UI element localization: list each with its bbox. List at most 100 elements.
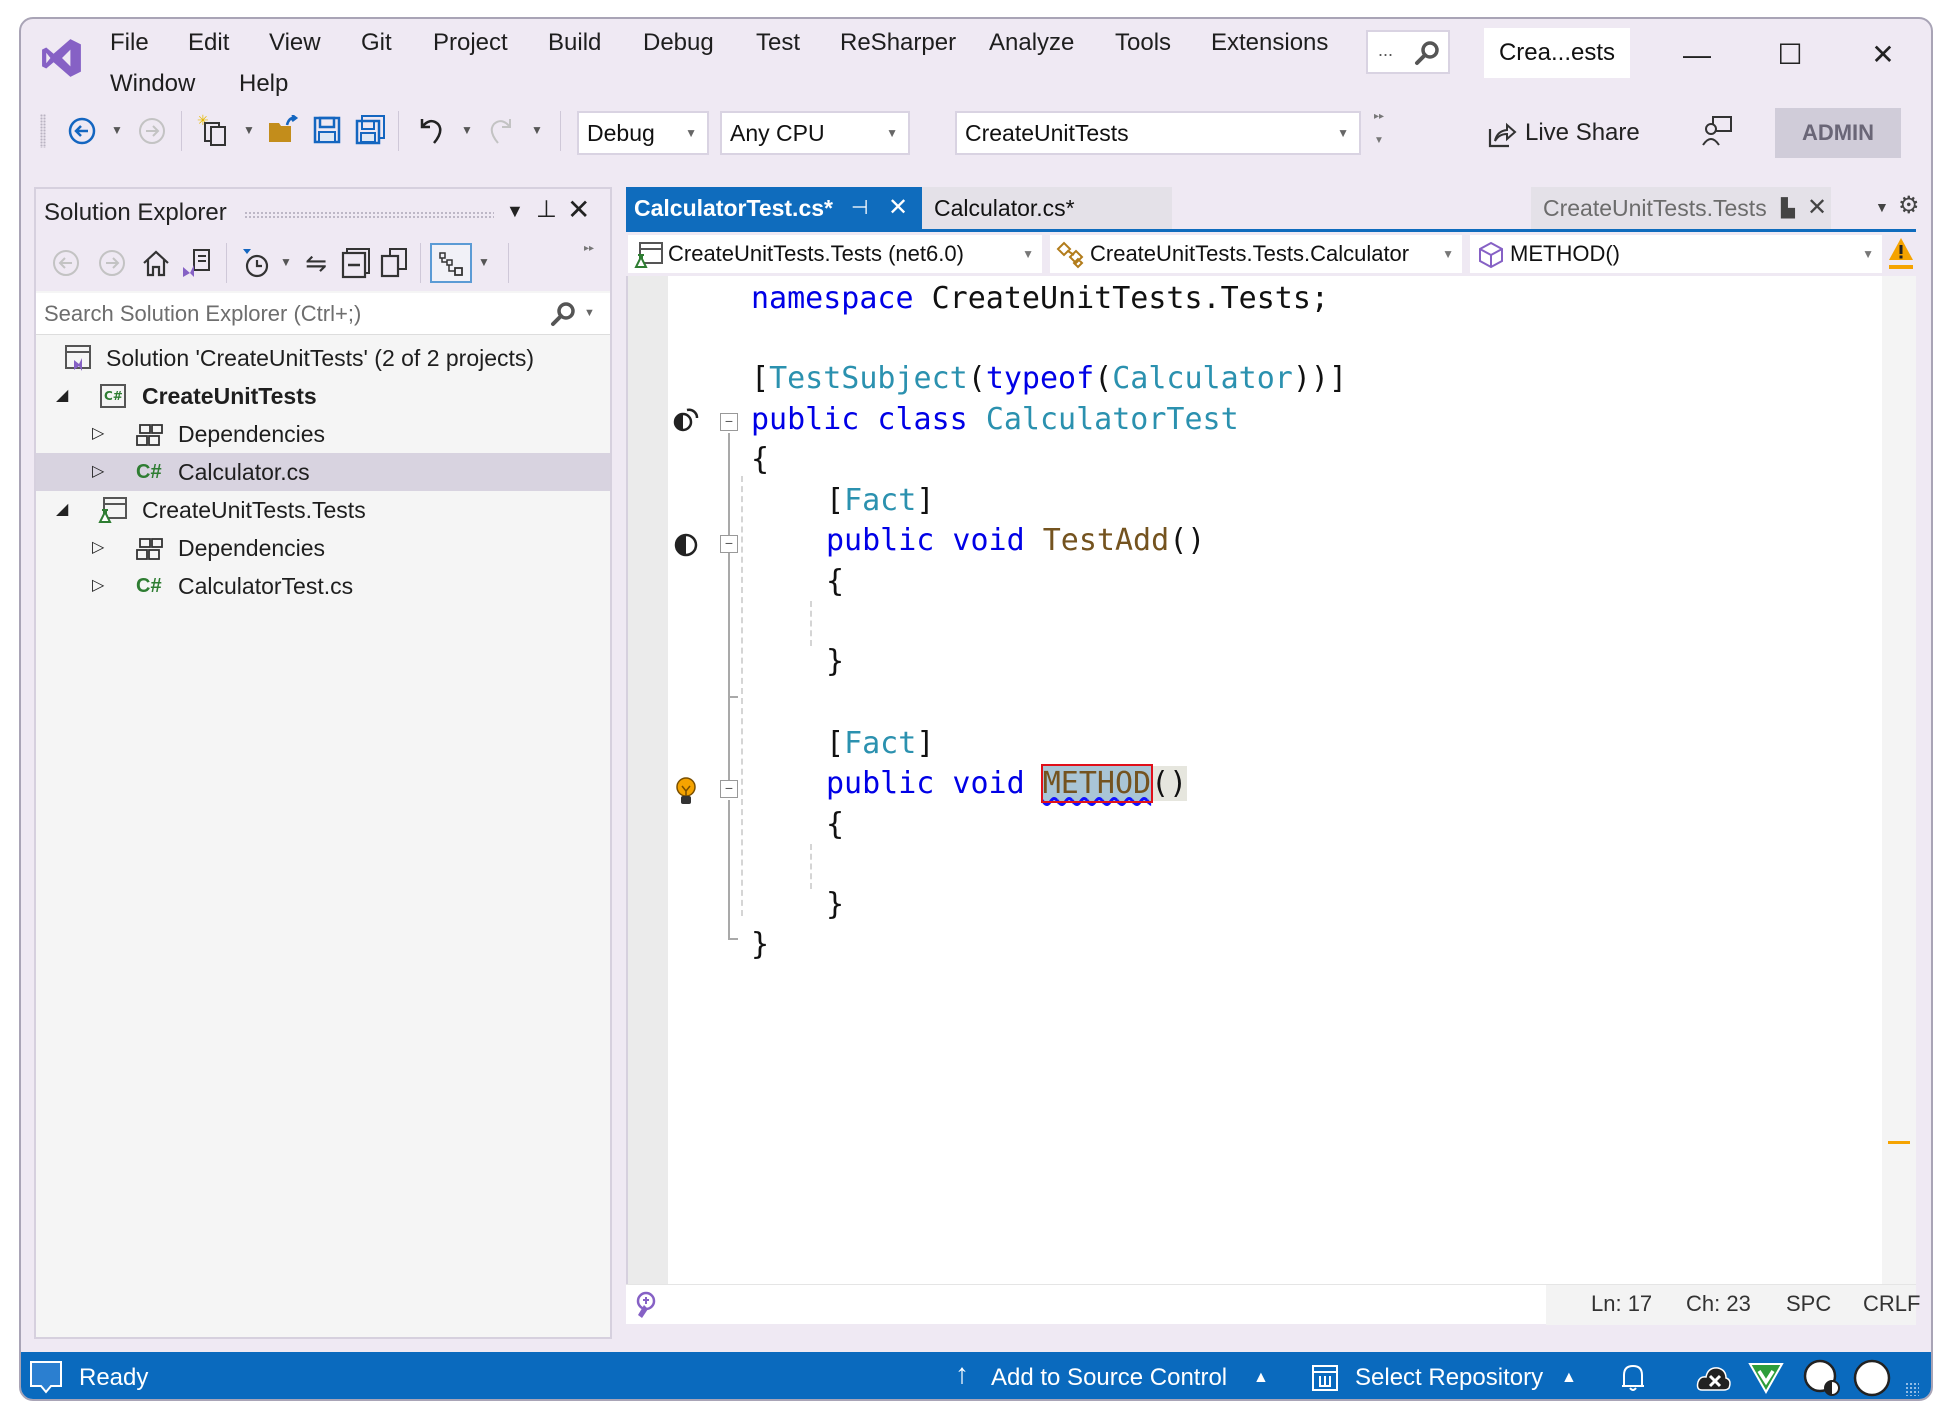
solution-explorer-search[interactable]: Search Solution Explorer (Ctrl+;) ▼ [36,293,610,335]
collapsed-triangle-icon[interactable]: ▷ [92,567,104,605]
promote-tab-icon[interactable]: ▙ [1781,187,1795,229]
type-nav-dropdown[interactable]: CreateUnitTests.Tests.Calculator ▼ [1050,235,1462,273]
redo-dropdown-icon[interactable]: ▼ [531,123,543,137]
menu-git[interactable]: Git [361,29,392,57]
admin-badge[interactable]: ADMIN [1775,108,1901,158]
search-options-dropdown-icon[interactable]: ▼ [584,307,595,319]
tree-item-test-project[interactable]: ◢ CreateUnitTests.Tests [36,491,610,529]
resize-grip[interactable] [1905,1382,1919,1396]
menu-project[interactable]: Project [433,29,508,57]
show-all-files-icon[interactable] [378,247,410,279]
settings-gear-icon[interactable]: ⚙ [1898,191,1920,220]
preview-tab[interactable]: CreateUnitTests.Tests ▙ ✕ [1531,187,1831,229]
redo-icon[interactable] [486,115,516,147]
navigate-back-icon[interactable] [67,116,97,146]
startup-project-dropdown[interactable]: CreateUnitTests ▼ [955,111,1361,155]
platform-dropdown[interactable]: Any CPU ▼ [720,111,910,155]
method-name-placeholder[interactable]: METHOD [1040,764,1154,803]
new-project-dropdown-icon[interactable]: ▼ [243,123,255,137]
feedback-icon[interactable] [1701,115,1733,147]
pin-tab-icon[interactable]: ⊣ [851,187,868,229]
menu-tools[interactable]: Tools [1115,29,1171,57]
tab-calculator-cs[interactable]: Calculator.cs* [922,187,1172,229]
menu-file[interactable]: File [110,29,149,57]
live-share-status-icon[interactable] [1801,1357,1843,1399]
collapse-all-icon[interactable] [340,247,372,279]
collapse-class-toggle[interactable]: − [720,413,738,431]
menu-window[interactable]: Window [110,70,195,98]
window-position-dropdown-icon[interactable]: ▼ [506,201,524,222]
line-number[interactable]: Ln: 17 [1591,1291,1652,1317]
vertical-scrollbar[interactable] [1882,276,1916,1284]
properties-toggle-button[interactable] [430,243,472,283]
toolbar-grip[interactable] [40,114,46,148]
menu-edit[interactable]: Edit [188,29,229,57]
cloud-error-icon[interactable] [1696,1362,1732,1394]
toolbar-overflow-icon[interactable]: ▸▸ ▼ [1374,111,1384,147]
switch-views-icon[interactable] [180,247,212,279]
menu-extensions[interactable]: Extensions [1211,29,1328,57]
properties-dropdown-icon[interactable]: ▼ [478,255,490,269]
forward-icon[interactable] [96,247,128,279]
undo-dropdown-icon[interactable]: ▼ [461,123,473,137]
minimize-button[interactable]: — [1677,35,1717,75]
back-icon[interactable] [50,247,82,279]
tree-item-project[interactable]: ◢ C# CreateUnitTests [36,377,610,415]
collapse-method-toggle[interactable]: − [720,535,738,553]
navigate-forward-icon[interactable] [137,116,167,146]
tab-calculatortest-cs[interactable]: CalculatorTest.cs* ⊣ ✕ [626,187,922,229]
expanded-triangle-icon[interactable]: ◢ [56,377,68,415]
tree-item-calculator-cs[interactable]: ▷ C# Calculator.cs [36,453,610,491]
collapsed-triangle-icon[interactable]: ▷ [92,415,104,453]
resharper-status-icon[interactable] [1748,1362,1784,1394]
tree-item-dependencies[interactable]: ▷ Dependencies [36,529,610,567]
new-project-icon[interactable]: ✳ [197,113,229,149]
sync-with-document-icon[interactable]: ⇋ [300,247,332,279]
open-file-icon[interactable] [267,115,299,145]
warning-marker[interactable] [1888,1141,1910,1144]
bell-icon[interactable] [1619,1362,1647,1394]
menu-analyze[interactable]: Analyze [989,29,1074,57]
project-nav-dropdown[interactable]: CreateUnitTests.Tests (net6.0) ▼ [628,235,1042,273]
menu-test[interactable]: Test [756,29,800,57]
menu-resharper[interactable]: ReSharper [840,29,956,57]
account-avatar-icon[interactable] [1851,1357,1893,1399]
close-tab-icon[interactable]: ✕ [1807,187,1827,229]
feature-search-box[interactable]: ... [1366,30,1450,74]
intellicode-icon[interactable] [632,1291,660,1319]
warning-icon[interactable] [1888,236,1914,270]
save-all-icon[interactable] [355,115,385,145]
notification-message-icon[interactable] [29,1360,63,1396]
undo-icon[interactable] [416,115,446,147]
collapsed-triangle-icon[interactable]: ▷ [92,529,104,567]
back-dropdown-icon[interactable]: ▼ [111,123,123,137]
tree-item-calculatortest-cs[interactable]: ▷ C# CalculatorTest.cs [36,567,610,605]
filter-dropdown-icon[interactable]: ▼ [280,255,292,269]
code-text-area[interactable]: − − − namespace CreateUnitTests.Tests; [… [626,276,1916,1284]
member-nav-dropdown[interactable]: METHOD() ▼ [1470,235,1882,273]
menu-build[interactable]: Build [548,29,601,57]
menu-help[interactable]: Help [239,70,288,98]
pending-changes-filter-icon[interactable] [240,247,272,279]
menu-debug[interactable]: Debug [643,29,714,57]
lightbulb-icon[interactable] [674,776,698,808]
tab-list-dropdown-icon[interactable]: ▼ [1875,199,1889,215]
live-share-button[interactable]: Live Share [1487,111,1640,155]
line-endings[interactable]: CRLF [1863,1291,1920,1317]
menu-view[interactable]: View [269,29,321,57]
collapsed-triangle-icon[interactable]: ▷ [92,453,104,491]
save-icon[interactable] [312,115,342,145]
column-number[interactable]: Ch: 23 [1686,1291,1751,1317]
test-status-icon[interactable] [673,532,699,558]
close-button[interactable]: ✕ [1863,35,1903,75]
tree-item-dependencies[interactable]: ▷ Dependencies [36,415,610,453]
expanded-triangle-icon[interactable]: ◢ [56,491,68,529]
indentation-mode[interactable]: SPC [1786,1291,1831,1317]
close-panel-icon[interactable]: ✕ [567,193,590,226]
maximize-button[interactable]: ☐ [1770,35,1810,75]
configuration-dropdown[interactable]: Debug ▼ [577,111,709,155]
home-icon[interactable] [140,247,172,279]
pin-icon[interactable]: ⊥ [536,195,557,224]
code-vision-class-icon[interactable] [673,406,701,434]
toolbar-overflow-icon[interactable]: ▸▸ [584,243,594,254]
